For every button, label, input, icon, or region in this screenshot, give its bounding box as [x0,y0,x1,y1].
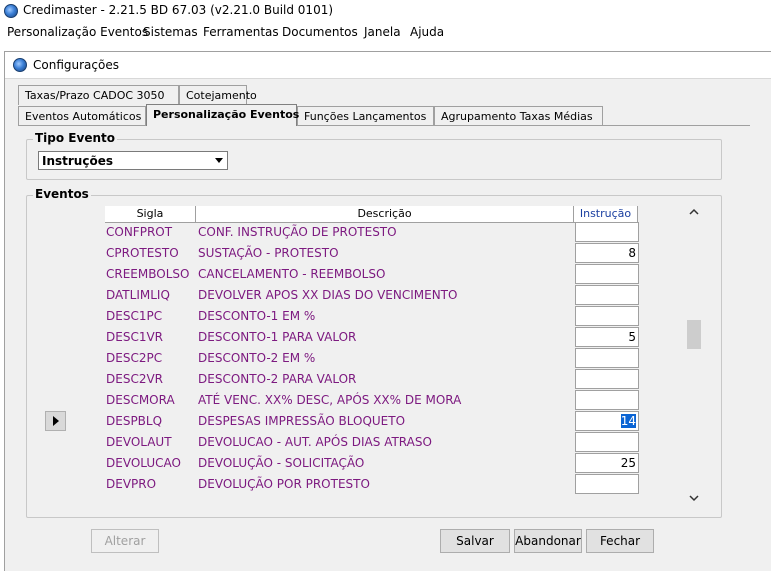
dialog-title: Configurações [33,58,119,72]
cell-descricao: DEVOLVER APOS XX DIAS DO VENCIMENTO [198,288,458,302]
menu-documentos[interactable]: Documentos [282,25,358,39]
column-header-descricao[interactable]: Descrição [196,206,574,223]
tab-personalizacao-eventos[interactable]: Personalização Eventos [146,104,299,126]
cell-descricao: DESPESAS IMPRESSÃO BLOQUETO [198,414,406,428]
table-row[interactable]: DATLIMLIQ DEVOLVER APOS XX DIAS DO VENCI… [0,285,771,306]
alterar-button[interactable]: Alterar [91,529,159,553]
menu-janela[interactable]: Janela [364,25,401,39]
table-row[interactable]: DEVOLAUT DEVOLUCAO - AUT. APÓS DIAS ATRA… [0,432,771,453]
salvar-button[interactable]: Salvar [440,529,510,553]
cell-sigla: CREEMBOLSO [106,267,190,281]
instrucao-input[interactable]: 8 [575,243,639,263]
cell-sigla: DESC2PC [106,351,163,365]
tab-eventos-automaticos[interactable]: Eventos Automáticos [18,106,146,126]
cell-sigla: DEVOLAUT [106,435,172,449]
table-row[interactable]: DESC1PC DESCONTO-1 EM % [0,306,771,327]
menu-sistemas[interactable]: Sistemas [143,25,198,39]
cell-sigla: DESC1PC [106,309,163,323]
menu-ferramentas[interactable]: Ferramentas [203,25,279,39]
chevron-down-icon[interactable] [211,153,226,168]
cell-descricao: CONF. INSTRUÇÃO DE PROTESTO [198,225,397,239]
instrucao-input[interactable] [575,348,639,368]
table-row[interactable]: DESC1VR DESCONTO-1 PARA VALOR 5 [0,327,771,348]
menu-personalizacao-eventos[interactable]: Personalização Eventos [7,25,148,39]
eventos-label: Eventos [33,187,91,201]
column-header-instrucao[interactable]: Instrução [574,206,638,223]
cell-sigla: DATLIMLIQ [106,288,170,302]
scroll-up-icon[interactable] [685,206,702,219]
fechar-button[interactable]: Fechar [586,529,654,553]
cell-descricao: ATÉ VENC. XX% DESC, APÓS XX% DE MORA [198,393,462,407]
cell-descricao: DESCONTO-1 PARA VALOR [198,330,357,344]
table-row[interactable]: DEVPRO DEVOLUÇÃO POR PROTESTO [0,474,771,495]
cell-descricao: SUSTAÇÃO - PROTESTO [198,246,339,260]
tipo-evento-value: Instruções [42,154,113,168]
cell-descricao: DEVOLUÇÃO - SOLICITAÇÃO [198,456,365,470]
tab-funcoes-lancamentos[interactable]: Funções Lançamentos [297,106,434,126]
instrucao-input[interactable] [575,390,639,410]
cell-sigla: CPROTESTO [106,246,179,260]
table-row[interactable]: DESCMORA ATÉ VENC. XX% DESC, APÓS XX% DE… [0,390,771,411]
table-row[interactable]: CONFPROT CONF. INSTRUÇÃO DE PROTESTO [0,222,771,243]
tab-agrupamento-taxas-medias[interactable]: Agrupamento Taxas Médias [434,106,603,126]
cell-sigla: DESCMORA [106,393,175,407]
cell-sigla: CONFPROT [106,225,173,239]
cell-sigla: DEVPRO [106,477,157,491]
instrucao-input[interactable] [575,474,639,494]
instrucao-input[interactable]: 5 [575,327,639,347]
abandonar-button[interactable]: Abandonar [514,529,582,553]
cell-descricao: DEVOLUÇÃO POR PROTESTO [198,477,370,491]
menubar: Personalização Eventos Sistemas Ferramen… [0,22,771,43]
tipo-evento-label: Tipo Evento [33,131,117,145]
cell-descricao: DESCONTO-2 EM % [198,351,316,365]
app-titlebar: Credimaster - 2.21.5 BD 67.03 (v2.21.0 B… [0,0,771,22]
instrucao-input[interactable] [575,369,639,389]
instrucao-input-active[interactable]: 14 [575,411,639,431]
cell-descricao: DESCONTO-1 EM % [198,309,316,323]
table-row-current[interactable]: DESPBLQ DESPESAS IMPRESSÃO BLOQUETO 14 [0,411,771,432]
cell-sigla: DEVOLUCAO [106,456,181,470]
cell-descricao: DEVOLUCAO - AUT. APÓS DIAS ATRASO [198,435,432,449]
table-row[interactable]: CREEMBOLSO CANCELAMENTO - REEMBOLSO [0,264,771,285]
menu-ajuda[interactable]: Ajuda [410,25,444,39]
instrucao-selected-text: 14 [620,414,636,428]
tipo-evento-select[interactable]: Instruções [38,151,228,170]
eventos-scrollbar[interactable] [685,204,702,508]
tab-divider [18,125,750,126]
cell-sigla: DESC1VR [106,330,163,344]
table-row[interactable]: DESC2PC DESCONTO-2 EM % [0,348,771,369]
app-logo-icon [4,4,18,18]
tab-taxas-prazo-cadoc[interactable]: Taxas/Prazo CADOC 3050 [18,85,179,105]
app-title: Credimaster - 2.21.5 BD 67.03 (v2.21.0 B… [23,3,334,17]
instrucao-input[interactable] [575,222,639,242]
tab-cotejamento[interactable]: Cotejamento [179,85,257,105]
instrucao-input[interactable] [575,285,639,305]
instrucao-input[interactable] [575,264,639,284]
cell-sigla: DESC2VR [106,372,163,386]
scroll-thumb[interactable] [687,320,701,349]
instrucao-input[interactable] [575,306,639,326]
table-row[interactable]: CPROTESTO SUSTAÇÃO - PROTESTO 8 [0,243,771,264]
cell-descricao: CANCELAMENTO - REEMBOLSO [198,267,386,281]
table-row[interactable]: DEVOLUCAO DEVOLUÇÃO - SOLICITAÇÃO 25 [0,453,771,474]
cell-sigla: DESPBLQ [106,414,163,428]
instrucao-input[interactable]: 25 [575,453,639,473]
dialog-titlebar: Configurações [5,52,771,79]
dialog-icon [13,58,27,72]
cell-descricao: DESCONTO-2 PARA VALOR [198,372,357,386]
scroll-down-icon[interactable] [685,492,702,505]
instrucao-input[interactable] [575,432,639,452]
column-header-sigla[interactable]: Sigla [105,206,196,223]
table-row[interactable]: DESC2VR DESCONTO-2 PARA VALOR [0,369,771,390]
row-pointer-icon [45,411,66,431]
